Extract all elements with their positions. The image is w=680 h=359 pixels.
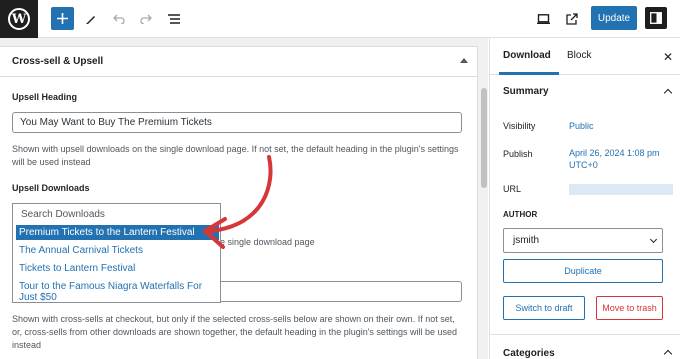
dropdown-search-input[interactable]: Search Downloads	[16, 207, 219, 223]
upsell-downloads-dropdown[interactable]: Search Downloads Premium Tickets to the …	[12, 203, 221, 303]
visibility-value[interactable]: Public	[569, 120, 594, 132]
publish-date-value[interactable]: April 26, 2024 1:08 pm UTC+0	[569, 147, 669, 171]
chevron-up-icon[interactable]	[663, 349, 673, 359]
switch-to-draft-button[interactable]: Switch to draft	[503, 296, 585, 320]
add-block-button[interactable]	[51, 7, 74, 30]
publish-label: Publish	[503, 149, 533, 159]
chevron-up-icon[interactable]	[663, 88, 673, 98]
move-to-trash-button[interactable]: Move to trash	[596, 296, 663, 320]
undo-icon	[113, 14, 125, 24]
author-label: AUTHOR	[503, 210, 538, 219]
editor-toolbar: W Update	[0, 0, 680, 38]
list-view-icon	[168, 14, 180, 24]
crosssell-heading-description: Shown with cross-sells at checkout, but …	[12, 314, 457, 350]
scrollbar-thumb[interactable]	[481, 88, 487, 188]
dropdown-option[interactable]: Tour to the Famous Niagra Waterfalls For…	[16, 281, 219, 303]
url-label: URL	[503, 184, 522, 194]
dropdown-option[interactable]: The Annual Carnival Tickets	[16, 245, 219, 256]
summary-panel-title[interactable]: Summary	[503, 86, 549, 97]
update-button[interactable]: Update	[591, 6, 637, 30]
plus-icon	[57, 13, 68, 24]
redo-icon	[140, 14, 152, 24]
categories-panel-title[interactable]: Categories	[503, 348, 555, 359]
settings-sidebar: Download Block ✕ Summary Visibility Publ…	[489, 38, 680, 359]
editor-canvas: Cross-sell & Upsell Upsell Heading Shown…	[0, 38, 478, 359]
sidebar-tabs: Download Block ✕	[490, 38, 680, 75]
upsell-downloads-label: Upsell Downloads	[12, 183, 90, 193]
collapse-arrow-icon[interactable]	[460, 58, 468, 63]
upsell-heading-label: Upsell Heading	[12, 92, 78, 102]
visibility-label: Visibility	[503, 121, 536, 131]
list-view-button[interactable]	[165, 6, 183, 32]
tools-button[interactable]	[82, 6, 100, 32]
url-value[interactable]	[569, 184, 673, 195]
author-select-value: jsmith	[513, 235, 540, 246]
sidebar-divider	[490, 334, 680, 335]
wordpress-logo-icon[interactable]: W	[0, 0, 38, 38]
dropdown-option[interactable]: Premium Tickets to the Lantern Festival	[16, 225, 219, 240]
view-post-button[interactable]	[562, 6, 582, 32]
upsell-heading-input[interactable]	[12, 112, 462, 133]
settings-toggle-button[interactable]	[645, 7, 667, 29]
close-icon[interactable]: ✕	[663, 50, 673, 64]
annotation-arrow-icon	[203, 155, 273, 249]
dropdown-option[interactable]: Tickets to Lantern Festival	[16, 263, 219, 274]
editor-scrollbar[interactable]	[478, 38, 488, 359]
metabox-header[interactable]: Cross-sell & Upsell	[0, 47, 478, 77]
desktop-preview-icon	[536, 14, 550, 24]
undo-button[interactable]	[110, 6, 128, 32]
external-link-icon	[566, 13, 578, 25]
active-tab-indicator	[499, 72, 559, 75]
chevron-down-icon	[649, 235, 658, 244]
metabox-title: Cross-sell & Upsell	[12, 56, 104, 67]
tab-block[interactable]: Block	[567, 50, 591, 61]
duplicate-button[interactable]: Duplicate	[503, 259, 663, 283]
preview-button[interactable]	[533, 6, 553, 32]
author-select[interactable]: jsmith	[503, 228, 663, 253]
pen-icon	[86, 16, 95, 24]
sidebar-toggle-icon	[650, 12, 662, 24]
redo-button[interactable]	[137, 6, 155, 32]
tab-download[interactable]: Download	[503, 50, 551, 61]
